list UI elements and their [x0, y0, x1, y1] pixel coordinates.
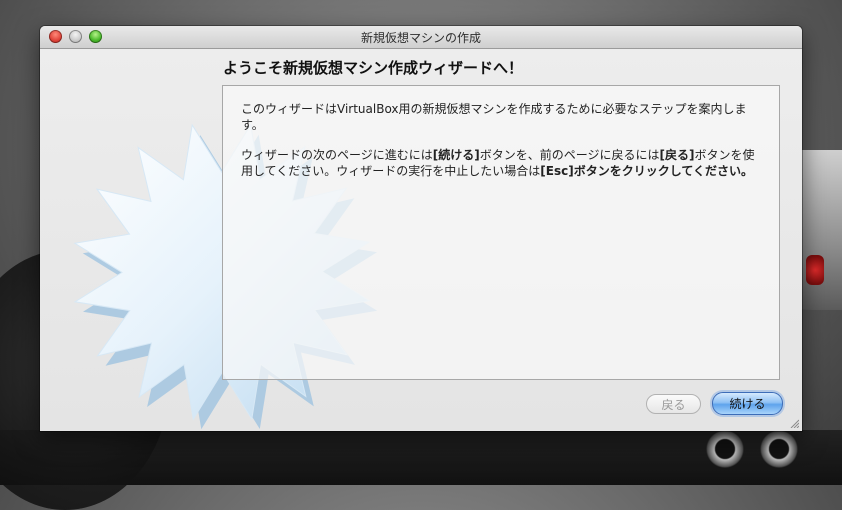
instructions-part-c: ボタンを、前のページに戻るには [479, 148, 660, 162]
back-button[interactable]: 戻る [646, 394, 701, 414]
desktop-taillight [806, 255, 824, 285]
next-button[interactable]: 続ける [712, 392, 783, 415]
wizard-intro-text: このウィザードはVirtualBox用の新規仮想マシンを作成するために必要なステ… [241, 102, 747, 132]
title-bar[interactable]: 新規仮想マシンの作成 [40, 26, 802, 49]
window-title: 新規仮想マシンの作成 [360, 31, 481, 45]
wizard-content: ようこそ新規仮想マシン作成ウィザードへ！ このウィザードはVirtualBox用… [40, 49, 802, 431]
desktop-exhaust-right [760, 430, 798, 468]
wizard-text-panel: このウィザードはVirtualBox用の新規仮想マシンを作成するために必要なステ… [222, 85, 780, 380]
wizard-instructions-text: ウィザードの次のページに進むには[続ける]ボタンを、前のページに戻るには[戻る]… [241, 147, 761, 179]
wizard-heading: ようこそ新規仮想マシン作成ウィザードへ！ [223, 59, 524, 77]
instructions-back-ref: [戻る] [659, 148, 695, 162]
instructions-next-ref: [続ける] [432, 148, 480, 162]
desktop-exhaust-left [706, 430, 744, 468]
wizard-window: 新規仮想マシンの作成 ようこそ新規仮想マシン作成ウィザードへ！ このウィザードは… [40, 26, 802, 431]
instructions-part-a: ウィザードの次のページに進むには [241, 148, 433, 162]
instructions-esc-ref: [Esc]ボタンをクリックしてください。 [540, 164, 754, 178]
resize-grip-icon[interactable] [789, 418, 799, 428]
